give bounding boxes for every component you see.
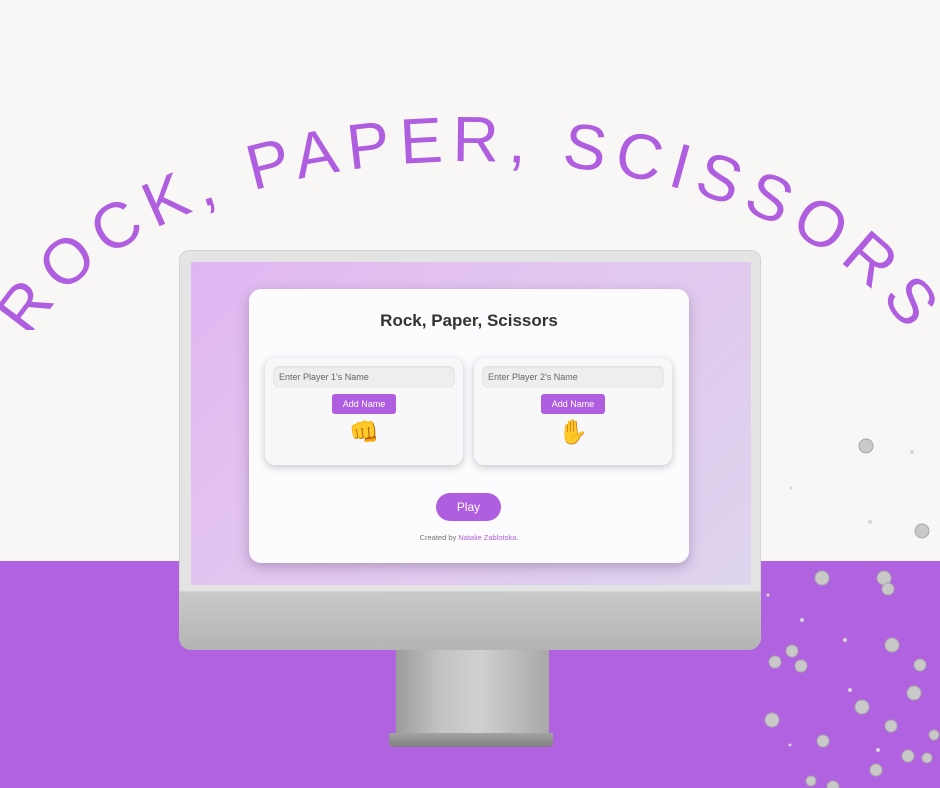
game-app-card: Rock, Paper, Scissors Add Name 👊 Add Nam… bbox=[249, 289, 689, 563]
player-1-card: Add Name 👊 bbox=[265, 358, 463, 465]
credit-prefix: Created by bbox=[419, 533, 457, 542]
raised-hand-icon: ✋ bbox=[558, 419, 588, 446]
player-1-add-name-button[interactable]: Add Name bbox=[332, 394, 396, 414]
credit-author-link[interactable]: Natalie Zablotska bbox=[458, 533, 516, 542]
player-2-name-input[interactable] bbox=[482, 366, 664, 388]
credit-line: Created by Natalie Zablotska. bbox=[249, 533, 689, 542]
player-2-card: Add Name ✋ bbox=[474, 358, 672, 465]
credit-suffix: . bbox=[516, 533, 519, 542]
player-2-add-name-button[interactable]: Add Name bbox=[541, 394, 605, 414]
page-title: Rock, Paper, Scissors bbox=[380, 311, 558, 330]
monitor-stand bbox=[396, 650, 549, 743]
monitor-chin bbox=[179, 592, 761, 650]
play-button[interactable]: Play bbox=[436, 493, 501, 521]
fist-icon: 👊 bbox=[349, 419, 379, 446]
player-1-name-input[interactable] bbox=[273, 366, 455, 388]
monitor-stand-base bbox=[389, 733, 553, 747]
